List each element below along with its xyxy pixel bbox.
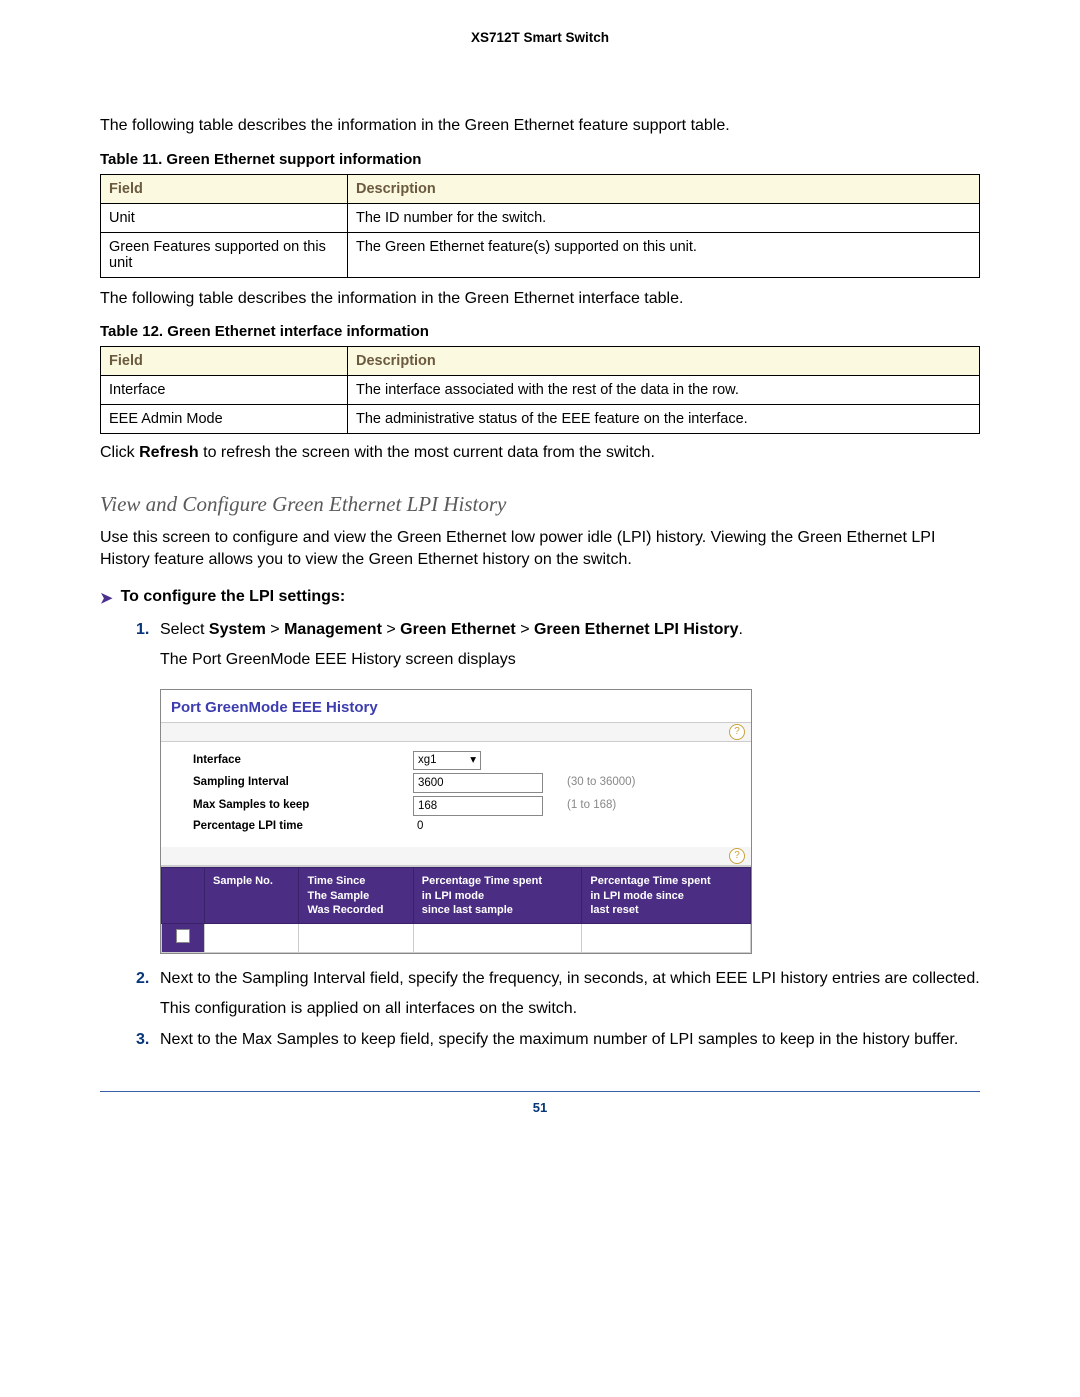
step1-path-2: Green Ethernet <box>400 621 516 638</box>
cell <box>205 924 299 953</box>
step2-main: Next to the Sampling Interval field, spe… <box>160 970 980 987</box>
table-row <box>162 924 751 953</box>
page-header: XS712T Smart Switch <box>100 30 980 45</box>
breadcrumb-sep: > <box>270 621 279 638</box>
sampling-row: Sampling Interval (30 to 36000) <box>193 773 741 793</box>
max-label: Max Samples to keep <box>193 798 413 814</box>
intro-paragraph-1: The following table describes the inform… <box>100 115 980 137</box>
table11-head-desc: Description <box>348 174 980 203</box>
panel-fields: Interface xg1 ▾ Sampling Interval (30 to… <box>161 742 751 848</box>
checkbox-header <box>162 868 205 924</box>
col-sample-no: Sample No. <box>205 868 299 924</box>
step3-main: Next to the Max Samples to keep field, s… <box>160 1031 958 1048</box>
eee-history-panel: Port GreenMode EEE History ? Interface x… <box>160 689 752 955</box>
section-intro: Use this screen to configure and view th… <box>100 527 980 570</box>
row-checkbox[interactable] <box>176 929 190 943</box>
step2-sub: This configuration is applied on all int… <box>160 998 980 1020</box>
panel-divider-2: ? <box>161 847 751 866</box>
step1-sub: The Port GreenMode EEE History screen di… <box>160 649 980 671</box>
cell <box>582 924 751 953</box>
line: Time Since <box>307 875 365 887</box>
line: Was Recorded <box>307 904 383 916</box>
cell-desc: The interface associated with the rest o… <box>348 376 980 405</box>
sampling-label: Sampling Interval <box>193 775 413 791</box>
procedure-lead-text: To configure the LPI settings: <box>121 588 346 606</box>
max-input[interactable] <box>413 796 543 816</box>
refresh-bold: Refresh <box>139 444 199 461</box>
table12-caption: Table 12. Green Ethernet interface infor… <box>100 323 980 340</box>
row-checkbox-cell <box>162 924 205 953</box>
step-1: Select System > Management > Green Ether… <box>136 619 980 954</box>
col-pct-since-last-reset: Percentage Time spent in LPI mode since … <box>582 868 751 924</box>
help-icon[interactable]: ? <box>729 724 745 740</box>
table-row: Interface The interface associated with … <box>101 376 980 405</box>
history-table-wrap: Sample No. Time Since The Sample Was Rec… <box>161 866 751 953</box>
table11-caption: Table 11. Green Ethernet support informa… <box>100 151 980 168</box>
interface-label: Interface <box>193 753 413 769</box>
page-number: 51 <box>100 1100 980 1115</box>
cell-desc: The administrative status of the EEE fea… <box>348 405 980 434</box>
line: The Sample <box>307 890 369 902</box>
step-2: Next to the Sampling Interval field, spe… <box>136 968 980 1019</box>
line: in LPI mode <box>422 890 484 902</box>
col-pct-since-last-sample: Percentage Time spent in LPI mode since … <box>413 868 582 924</box>
intro-paragraph-2: The following table describes the inform… <box>100 288 980 310</box>
cell-field: Unit <box>101 203 348 232</box>
cell-field: Interface <box>101 376 348 405</box>
refresh-instruction: Click Refresh to refresh the screen with… <box>100 444 980 462</box>
line: Percentage Time spent <box>590 875 710 887</box>
table11-head-field: Field <box>101 174 348 203</box>
sampling-input[interactable] <box>413 773 543 793</box>
table11: Field Description Unit The ID number for… <box>100 174 980 278</box>
pct-value: 0 <box>413 819 537 835</box>
table-row: EEE Admin Mode The administrative status… <box>101 405 980 434</box>
refresh-pre: Click <box>100 444 139 461</box>
procedure-lead: ➤ To configure the LPI settings: <box>100 588 980 609</box>
step1-path-3: Green Ethernet LPI History <box>534 621 739 638</box>
refresh-post: to refresh the screen with the most curr… <box>199 444 655 461</box>
section-heading: View and Configure Green Ethernet LPI Hi… <box>100 492 980 517</box>
cell <box>299 924 413 953</box>
document-page: XS712T Smart Switch The following table … <box>0 0 1080 1397</box>
procedure-steps: Select System > Management > Green Ether… <box>100 619 980 1051</box>
table-row: Green Features supported on this unit Th… <box>101 232 980 277</box>
sampling-hint: (30 to 36000) <box>567 775 635 791</box>
cell-field: EEE Admin Mode <box>101 405 348 434</box>
interface-select[interactable]: xg1 ▾ <box>413 751 481 770</box>
line: Percentage Time spent <box>422 875 542 887</box>
table12: Field Description Interface The interfac… <box>100 346 980 434</box>
pct-row: Percentage LPI time 0 <box>193 819 741 835</box>
step1-path-1: Management <box>284 621 382 638</box>
line: in LPI mode since <box>590 890 684 902</box>
col-time-since: Time Since The Sample Was Recorded <box>299 868 413 924</box>
panel-divider: ? <box>161 723 751 742</box>
max-hint: (1 to 168) <box>567 798 616 814</box>
interface-value: xg1 <box>418 753 437 769</box>
step1-pre: Select <box>160 621 209 638</box>
footer-rule <box>100 1091 980 1092</box>
cell-desc: The ID number for the switch. <box>348 203 980 232</box>
panel-title: Port GreenMode EEE History <box>161 690 751 723</box>
cell-field: Green Features supported on this unit <box>101 232 348 277</box>
breadcrumb-sep: > <box>386 621 395 638</box>
table12-head-field: Field <box>101 347 348 376</box>
step1-path-0: System <box>209 621 266 638</box>
pct-label: Percentage LPI time <box>193 819 413 835</box>
history-table: Sample No. Time Since The Sample Was Rec… <box>161 867 751 953</box>
step-3: Next to the Max Samples to keep field, s… <box>136 1029 980 1051</box>
help-icon[interactable]: ? <box>729 848 745 864</box>
chevron-down-icon: ▾ <box>470 753 476 769</box>
line: last reset <box>590 904 638 916</box>
table12-head-desc: Description <box>348 347 980 376</box>
cell-desc: The Green Ethernet feature(s) supported … <box>348 232 980 277</box>
max-row: Max Samples to keep (1 to 168) <box>193 796 741 816</box>
breadcrumb-sep: > <box>520 621 529 638</box>
cell <box>413 924 582 953</box>
arrow-icon: ➤ <box>100 588 113 609</box>
line: since last sample <box>422 904 513 916</box>
table-row: Unit The ID number for the switch. <box>101 203 980 232</box>
interface-row: Interface xg1 ▾ <box>193 751 741 770</box>
